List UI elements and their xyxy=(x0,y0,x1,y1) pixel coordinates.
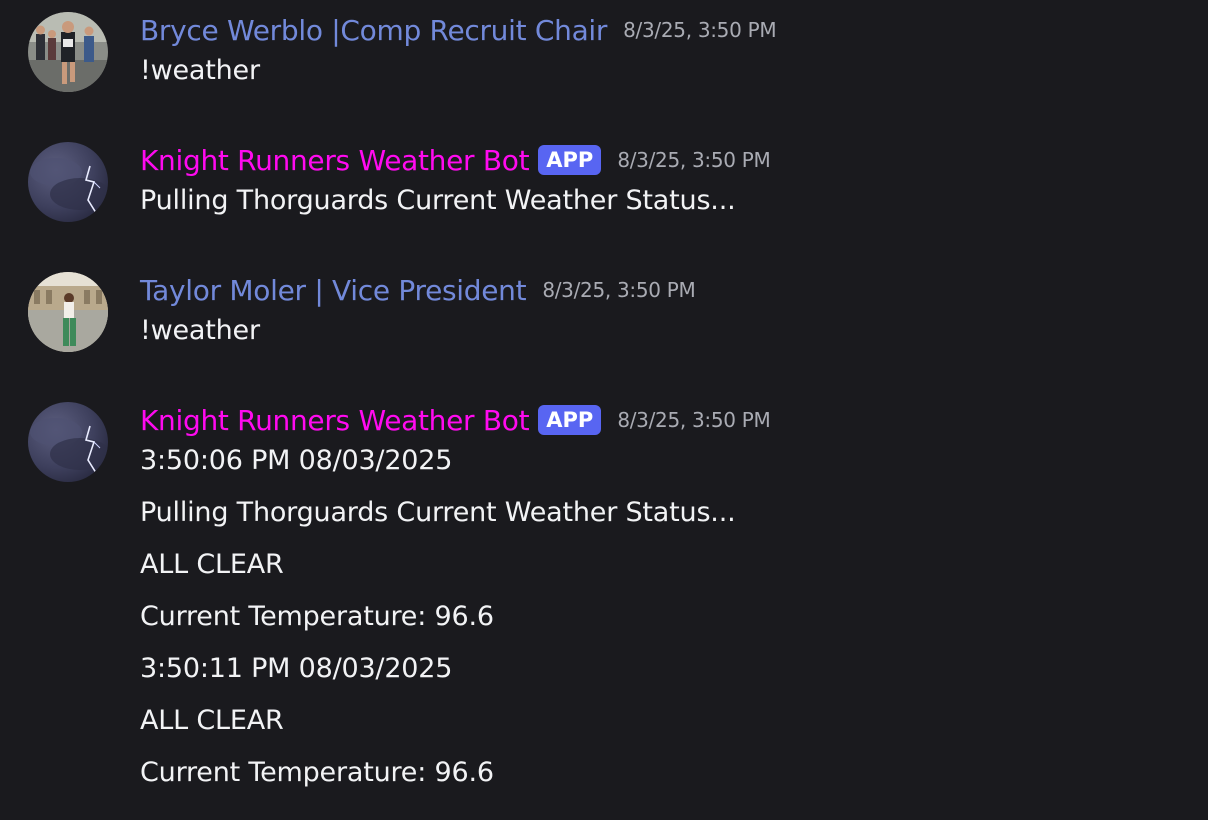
avatar-bryce[interactable] xyxy=(28,12,108,92)
avatar-bot[interactable] xyxy=(28,402,108,482)
message-content: !weather xyxy=(140,56,260,108)
message-timestamp: 8/3/25, 3:50 PM xyxy=(623,18,777,42)
username-weather-bot[interactable]: Knight Runners Weather Bot xyxy=(140,144,530,177)
message-timestamp: 8/3/25, 3:50 PM xyxy=(542,278,696,302)
message-text: ALL CLEAR xyxy=(140,705,284,736)
person-photo-avatar-icon xyxy=(28,272,108,352)
avatar-taylor[interactable] xyxy=(28,272,108,352)
message-timestamp: 8/3/25, 3:50 PM xyxy=(617,148,771,172)
message-text: Pulling Thorguards Current Weather Statu… xyxy=(140,185,736,216)
message-text: !weather xyxy=(140,315,260,346)
message-text: Pulling Thorguards Current Weather Statu… xyxy=(140,497,736,528)
message-timestamp: 8/3/25, 3:50 PM xyxy=(617,408,771,432)
message-header: Knight Runners Weather Bot APP 8/3/25, 3… xyxy=(140,142,771,178)
message-text: 3:50:06 PM 08/03/2025 xyxy=(140,445,453,476)
message-text: 3:50:11 PM 08/03/2025 xyxy=(140,653,453,684)
runner-photo-avatar-icon xyxy=(28,12,108,92)
message-header: Taylor Moler | Vice President 8/3/25, 3:… xyxy=(140,272,696,308)
message-content: Pulling Thorguards Current Weather Statu… xyxy=(140,185,736,238)
message-header: Bryce Werblo |Comp Recruit Chair 8/3/25,… xyxy=(140,12,777,48)
message-text: Current Temperature: 96.6 xyxy=(140,601,494,632)
storm-lightning-avatar-icon xyxy=(28,402,108,482)
message-text: ALL CLEAR xyxy=(140,549,284,580)
message-text: Current Temperature: 96.6 xyxy=(140,757,494,788)
avatar-bot[interactable] xyxy=(28,142,108,222)
message-content: 3:50:06 PM 08/03/2025 Pulling Thorguards… xyxy=(140,445,736,810)
username-weather-bot[interactable]: Knight Runners Weather Bot xyxy=(140,404,530,437)
username-taylor[interactable]: Taylor Moler | Vice President xyxy=(140,274,527,307)
storm-lightning-avatar-icon xyxy=(28,142,108,222)
message-header: Knight Runners Weather Bot APP 8/3/25, 3… xyxy=(140,402,771,438)
message-content: !weather xyxy=(140,316,260,368)
message-list: Bryce Werblo |Comp Recruit Chair 8/3/25,… xyxy=(0,0,1208,820)
app-badge: APP xyxy=(538,145,602,175)
username-bryce[interactable]: Bryce Werblo |Comp Recruit Chair xyxy=(140,14,607,47)
app-badge: APP xyxy=(538,405,602,435)
message-text: !weather xyxy=(140,55,260,86)
